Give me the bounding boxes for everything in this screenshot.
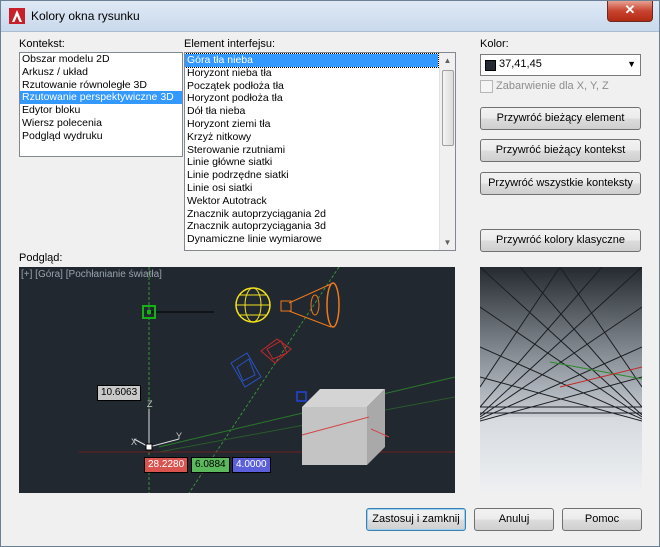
element-item[interactable]: Znacznik autoprzyciągania 3d	[185, 220, 438, 233]
dialog-window: Kolory okna rysunku ✕ Kontekst: Obszar m…	[0, 0, 660, 547]
context-item[interactable]: Wiersz polecenia	[20, 117, 182, 130]
color-swatch	[485, 60, 496, 71]
element-item[interactable]: Znacznik autoprzyciągania 2d	[185, 208, 438, 221]
element-item[interactable]: Horyzont podłoża tła	[185, 92, 438, 105]
camera-red-icon	[260, 338, 292, 364]
element-item[interactable]: Horyzont nieba tła	[185, 67, 438, 80]
preview-perspective	[480, 267, 642, 493]
close-button[interactable]: ✕	[607, 1, 653, 22]
axis-y-label: Y	[176, 431, 182, 441]
color-combobox[interactable]: 37,41,45 ▼	[480, 54, 641, 76]
context-item[interactable]: Arkusz / układ	[20, 66, 182, 79]
chevron-down-icon: ▼	[627, 59, 636, 69]
scroll-up-icon[interactable]: ▲	[440, 53, 455, 68]
element-item[interactable]: Początek podłoża tła	[185, 80, 438, 93]
element-item[interactable]: Dynamiczne linie wymiarowe	[185, 233, 438, 246]
coord-y-field: 6.0884	[191, 457, 230, 473]
restore-element-button[interactable]: Przywróć bieżący element	[480, 107, 641, 130]
context-label: Kontekst:	[19, 38, 65, 50]
element-item[interactable]: Linie podrzędne siatki	[185, 169, 438, 182]
element-label: Element interfejsu:	[184, 38, 276, 50]
scroll-down-icon[interactable]: ▼	[440, 235, 455, 250]
element-item[interactable]: Dół tła nieba	[185, 105, 438, 118]
coord-z-field: 4.0000	[232, 457, 271, 473]
element-item[interactable]: Sterowanie rzutniami	[185, 144, 438, 157]
element-item[interactable]: Linie osi siatki	[185, 182, 438, 195]
viewport-title[interactable]: [+] [Góra] [Pochłanianie światła]	[21, 269, 162, 280]
preview-label: Podgląd:	[19, 252, 63, 264]
help-button[interactable]: Pomoc	[562, 508, 642, 531]
crosshair-center	[147, 310, 151, 314]
coord-x-field: 28.2280	[144, 457, 189, 473]
close-icon: ✕	[624, 2, 636, 17]
context-item[interactable]: Rzutowanie równoległe 3D	[20, 79, 182, 92]
color-label: Kolor:	[480, 38, 509, 50]
grip-marker	[296, 391, 307, 402]
context-item[interactable]: Rzutowanie perspektywiczne 3D	[20, 91, 182, 105]
cancel-button[interactable]: Anuluj	[474, 508, 554, 531]
preview-viewport: Z Y X [+] [Góra] [Pochłanianie światła] …	[19, 267, 455, 493]
element-items: Góra tła nieba Horyzont nieba tła Początek…	[185, 53, 439, 246]
camera-blue-icon	[230, 352, 262, 388]
window-title: Kolory okna rysunku	[31, 9, 140, 23]
element-scrollbar[interactable]: ▲ ▼	[439, 53, 455, 250]
dimension-tooltip: 10.6063	[97, 385, 142, 401]
restore-classic-button[interactable]: Przywróć kolory klasyczne	[480, 229, 641, 252]
element-item[interactable]: Góra tła nieba	[185, 53, 439, 68]
element-item[interactable]: Linie główne siatki	[185, 156, 438, 169]
restore-all-button[interactable]: Przywróć wszystkie konteksty	[480, 172, 641, 195]
axis-z-label: Z	[147, 399, 153, 409]
context-item[interactable]: Edytor bloku	[20, 104, 182, 117]
title-bar: Kolory okna rysunku	[1, 1, 659, 32]
context-item[interactable]: Obszar modelu 2D	[20, 53, 182, 66]
element-item[interactable]: Krzyż nitkowy	[185, 131, 438, 144]
axis-x-label: X	[131, 437, 137, 447]
preview-box	[302, 389, 385, 465]
tint-checkbox[interactable]	[480, 80, 493, 93]
autocad-logo-icon	[9, 8, 25, 24]
tint-label: Zabarwienie dla X, Y, Z	[496, 80, 609, 92]
element-item[interactable]: Horyzont ziemi tła	[185, 118, 438, 131]
color-value: 37,41,45	[499, 58, 542, 70]
context-listbox[interactable]: Obszar modelu 2D Arkusz / układ Rzutowanie…	[19, 52, 183, 157]
element-listbox[interactable]: Góra tła nieba Horyzont nieba tła Początek…	[184, 52, 456, 251]
apply-close-button[interactable]: Zastosuj i zamknij	[366, 508, 466, 531]
scroll-thumb[interactable]	[442, 70, 454, 146]
spotlight-icon	[280, 282, 340, 328]
restore-context-button[interactable]: Przywróć bieżący kontekst	[480, 139, 641, 162]
perspective-scene	[480, 267, 642, 493]
context-item[interactable]: Podgląd wydruku	[20, 130, 182, 143]
element-item[interactable]: Wektor Autotrack	[185, 195, 438, 208]
